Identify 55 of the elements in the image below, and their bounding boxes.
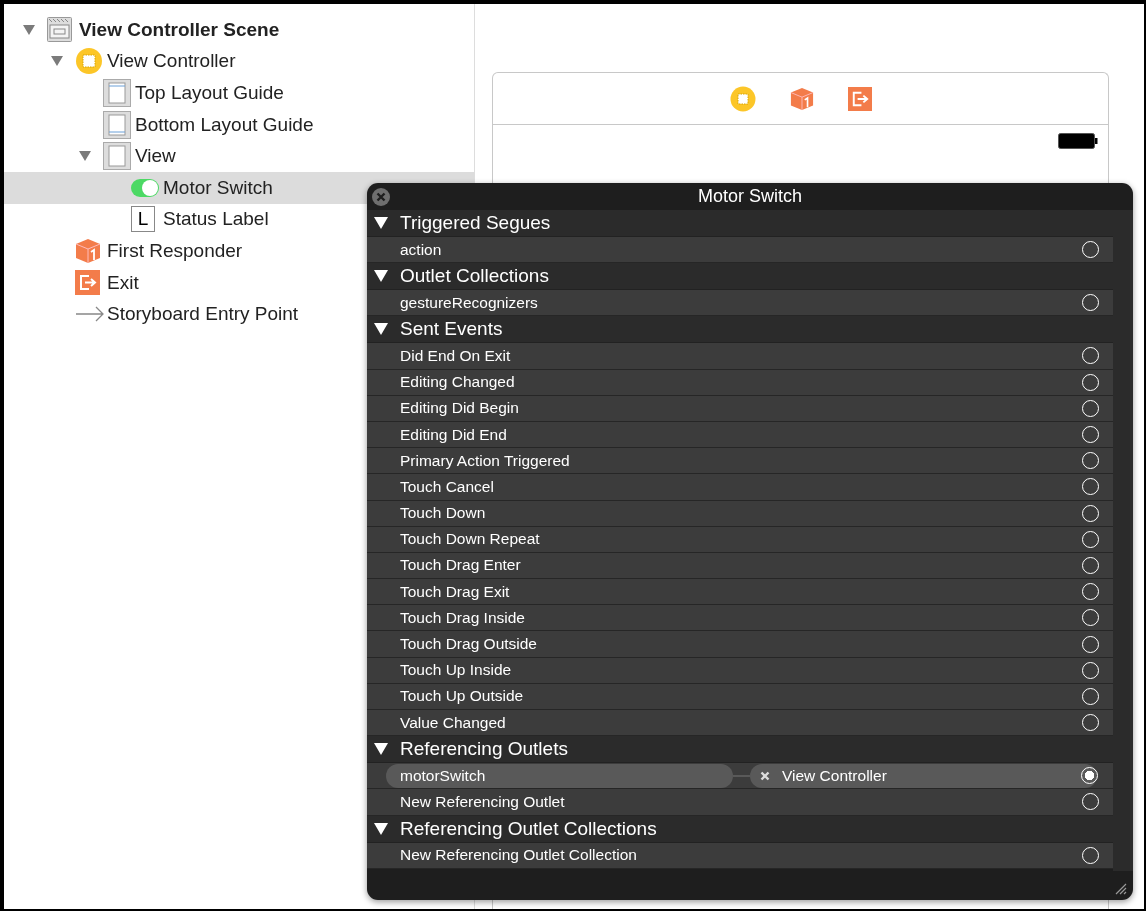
- connection-name: Editing Changed: [400, 373, 516, 392]
- section-title: Triggered Segues: [400, 212, 551, 234]
- layout-guide-icon: [103, 110, 131, 139]
- connection-name: Touch Up Inside: [400, 661, 513, 680]
- exit-icon: [75, 270, 100, 296]
- connection-name: Touch Down: [400, 504, 487, 523]
- view-controller-icon: [75, 47, 103, 76]
- section-title: Referencing Outlets: [400, 738, 568, 761]
- section-title: Outlet Collections: [400, 265, 549, 288]
- cube-icon: [75, 237, 101, 264]
- target-name: View Controller: [782, 766, 887, 785]
- connection-name: New Referencing Outlet: [400, 792, 566, 811]
- label-icon: L: [131, 206, 155, 233]
- connection-name: action: [400, 240, 443, 259]
- connection-name: Editing Did End: [400, 425, 508, 444]
- section-title: Referencing Outlet Collections: [400, 817, 657, 840]
- view-icon: [103, 142, 131, 171]
- connection-name: Touch Up Outside: [400, 687, 525, 706]
- disclosure-triangle-icon[interactable]: [374, 743, 388, 756]
- cube-icon[interactable]: [789, 86, 814, 111]
- battery-icon: [1058, 133, 1098, 149]
- connection-name: Primary Action Triggered: [400, 451, 571, 470]
- exit-icon[interactable]: [847, 86, 872, 111]
- outline-item[interactable]: View Controller Scene: [4, 14, 474, 46]
- connection-name: Did End On Exit: [400, 346, 512, 365]
- outline-item[interactable]: View Controller: [4, 45, 474, 78]
- outline-item[interactable]: Bottom Layout Guide: [4, 108, 474, 141]
- connection-name: New Referencing Outlet Collection: [400, 846, 638, 865]
- connection-name: Touch Drag Exit: [400, 582, 511, 601]
- close-icon[interactable]: [372, 188, 390, 206]
- connection-name: Touch Drag Enter: [400, 556, 522, 575]
- connection-name: Touch Drag Outside: [400, 635, 538, 654]
- connection-name: Touch Drag Inside: [400, 608, 526, 627]
- connection-name: Touch Cancel: [400, 477, 495, 496]
- section-title: Sent Events: [400, 318, 503, 341]
- connection-name: Editing Did Begin: [400, 399, 520, 418]
- connection-circle[interactable]: [1081, 767, 1098, 785]
- connection-name: Touch Down Repeat: [400, 530, 541, 549]
- outlet-pill: motorSwitch: [386, 763, 733, 788]
- disclosure-triangle-icon[interactable]: [374, 822, 388, 835]
- arrow-icon: [75, 306, 105, 323]
- outline-item[interactable]: Top Layout Guide: [4, 77, 474, 109]
- connection-name: gestureRecognizers: [400, 293, 539, 312]
- scene-icon: [47, 17, 72, 43]
- remove-icon[interactable]: [760, 770, 770, 781]
- connection-name: Value Changed: [400, 713, 507, 732]
- connection-target[interactable]: View Controller: [750, 763, 1097, 788]
- switch-icon: [131, 178, 159, 197]
- outline-item[interactable]: View: [4, 140, 474, 172]
- layout-guide-icon: [103, 79, 131, 107]
- disclosure-triangle-icon[interactable]: [374, 217, 388, 229]
- disclosure-triangle-icon[interactable]: [374, 323, 388, 336]
- disclosure-triangle-icon[interactable]: [374, 270, 388, 283]
- resize-grip-icon[interactable]: [1113, 881, 1127, 895]
- panel-title: Motor Switch: [698, 186, 802, 207]
